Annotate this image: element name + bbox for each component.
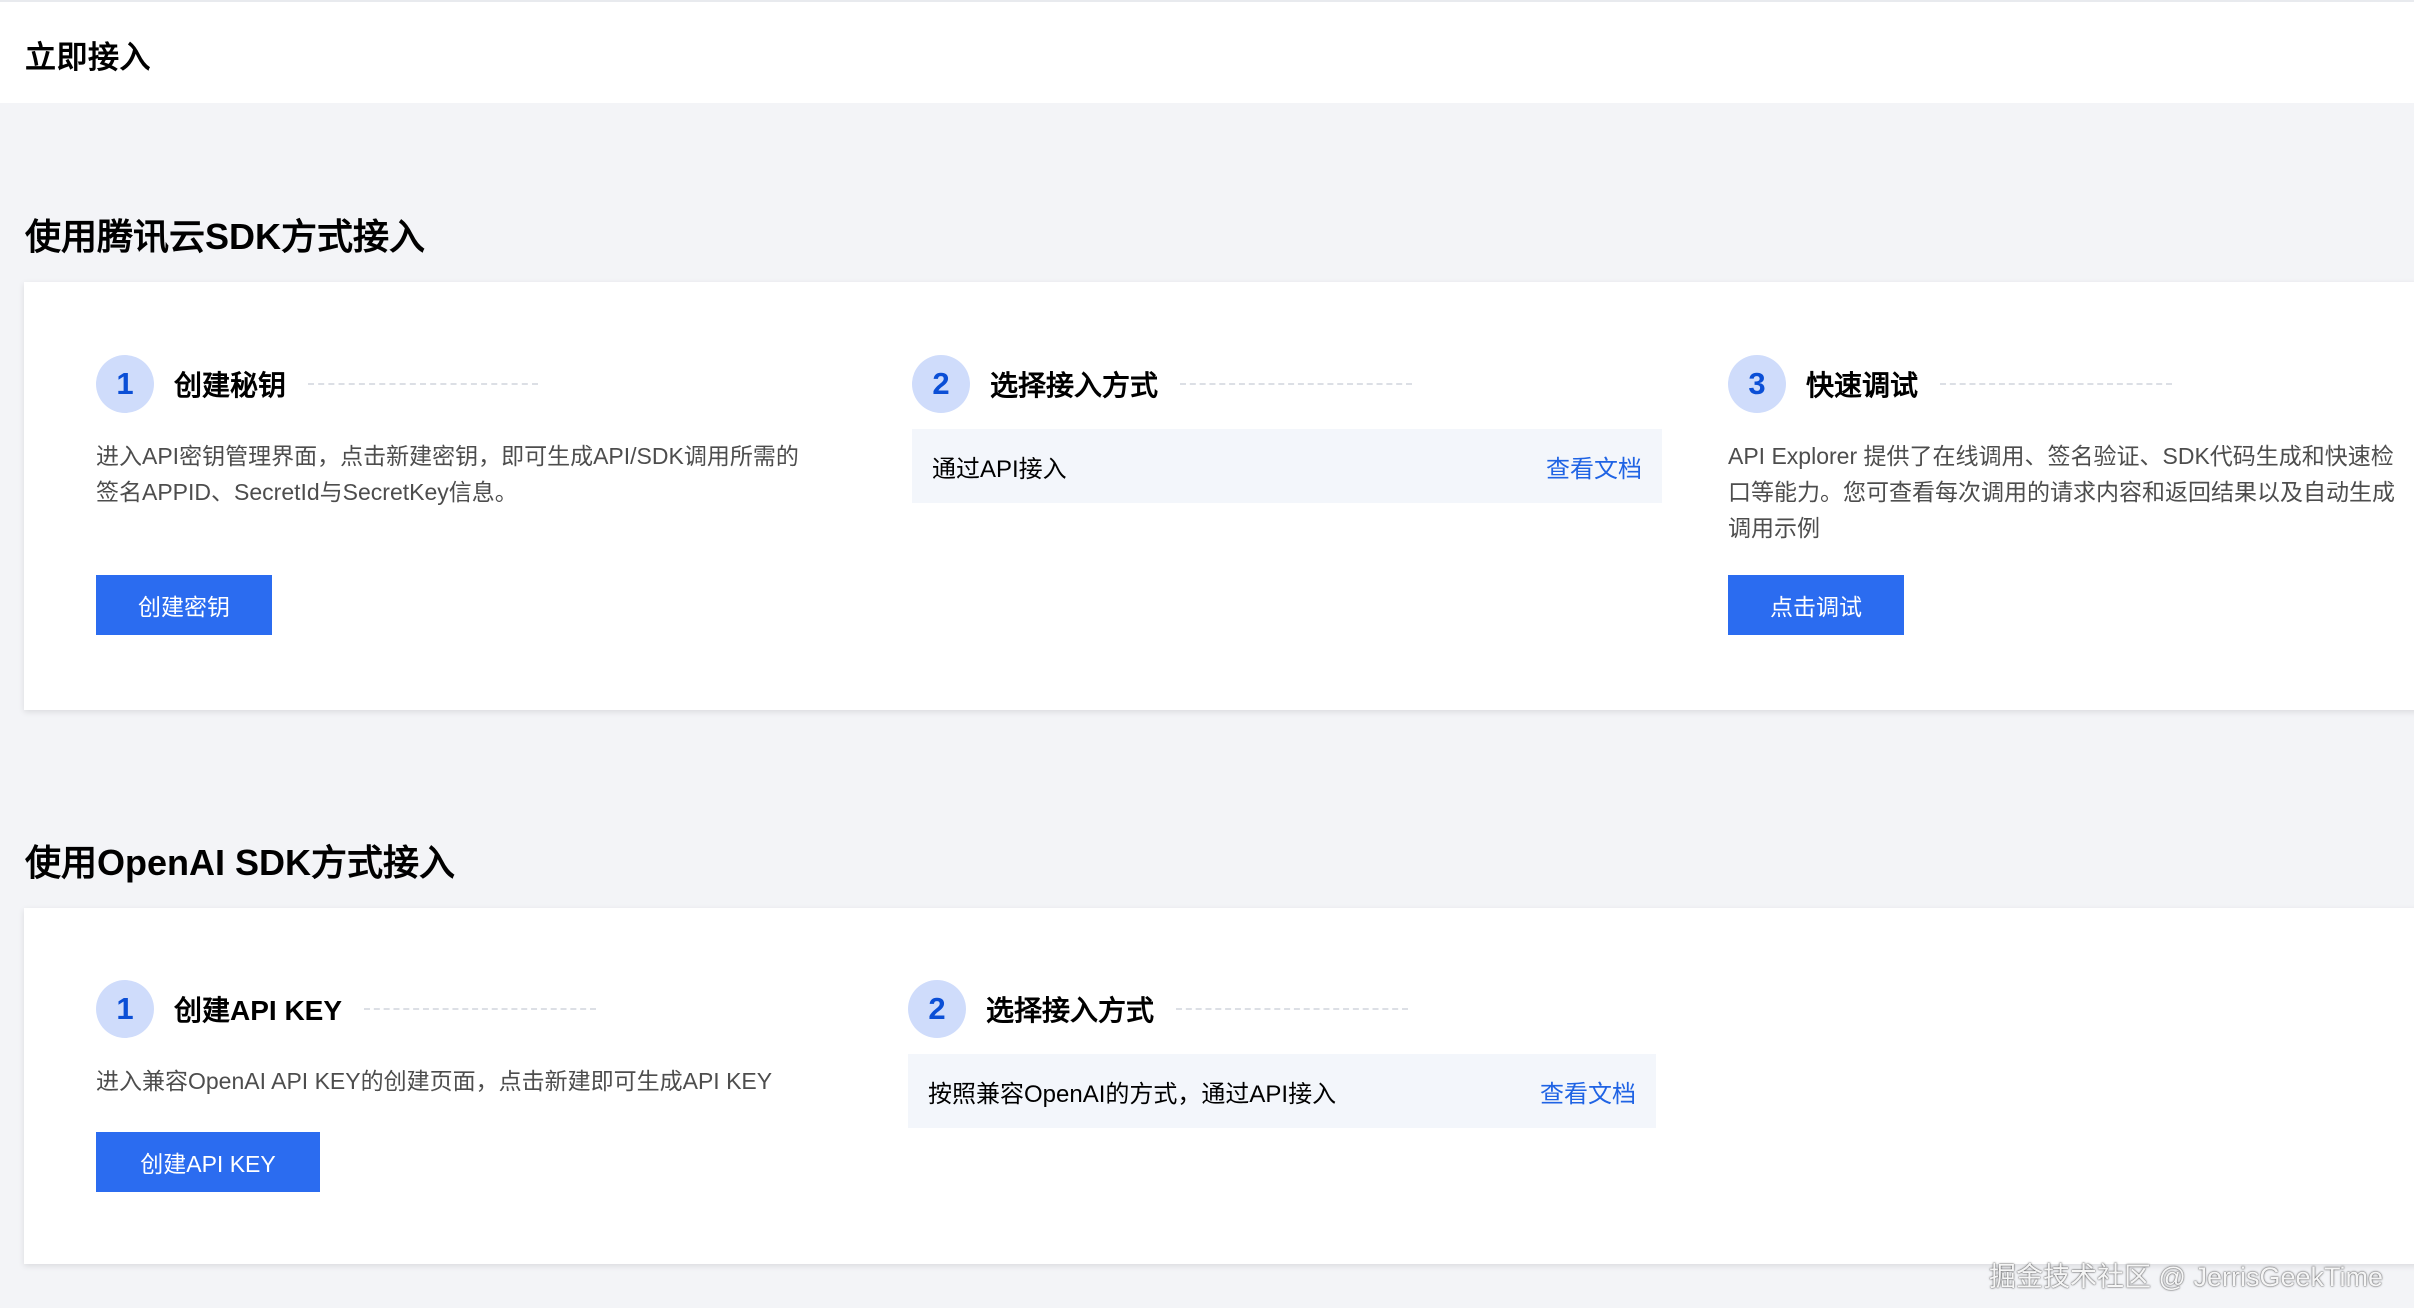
access-method-label: 按照兼容OpenAI的方式，通过API接入 <box>928 1080 1337 1108</box>
page-header: 立即接入 <box>0 0 2414 103</box>
step-title: 快速调试 <box>1806 370 1919 401</box>
step-number-badge: 1 <box>96 355 154 413</box>
description-line: API Explorer 提供了在线调用、签名验证、SDK代码生成和快速检 <box>1728 443 2394 469</box>
tencent-step-create-key: 1 创建秘钥 进入API密钥管理界面，点击新建密钥，即可生成API/SDK调用所… <box>96 355 856 655</box>
access-method-box: 通过API接入 查看文档 <box>912 429 1662 503</box>
openai-step-choose-access: 2 选择接入方式 按照兼容OpenAI的方式，通过API接入 查看文档 <box>908 980 1688 1240</box>
tencent-step-choose-access: 2 选择接入方式 通过API接入 查看文档 <box>912 355 1692 655</box>
step-number-badge: 2 <box>912 355 970 413</box>
create-key-button[interactable]: 创建密钥 <box>96 575 272 635</box>
step-description: API Explorer 提供了在线调用、签名验证、SDK代码生成和快速检 口等… <box>1728 438 2414 546</box>
view-docs-link[interactable]: 查看文档 <box>1540 1074 1636 1109</box>
step-title: 选择接入方式 <box>990 370 1159 401</box>
step-divider <box>308 383 539 385</box>
quick-debug-button[interactable]: 点击调试 <box>1728 575 1904 635</box>
step-title: 创建秘钥 <box>174 370 287 401</box>
description-line: 签名APPID、SecretId与SecretKey信息。 <box>96 479 518 505</box>
step-header: 2 选择接入方式 <box>912 355 1413 413</box>
description-line: 进入API密钥管理界面，点击新建密钥，即可生成API/SDK调用所需的 <box>96 443 799 469</box>
tencent-sdk-card: 1 创建秘钥 进入API密钥管理界面，点击新建密钥，即可生成API/SDK调用所… <box>24 282 2414 710</box>
watermark: 掘金技术社区 @ JerrisGeekTime <box>1989 1262 2383 1292</box>
step-divider <box>1180 383 1413 385</box>
tencent-step-quick-debug: 3 快速调试 API Explorer 提供了在线调用、签名验证、SDK代码生成… <box>1728 355 2414 655</box>
step-header: 1 创建API KEY <box>96 980 597 1038</box>
description-line: 口等能力。您可查看每次调用的请求内容和返回结果以及自动生成 <box>1728 479 2395 505</box>
step-description: 进入API密钥管理界面，点击新建密钥，即可生成API/SDK调用所需的 签名AP… <box>96 438 856 510</box>
step-divider <box>1176 1008 1409 1010</box>
access-method-box: 按照兼容OpenAI的方式，通过API接入 查看文档 <box>908 1054 1656 1128</box>
openai-sdk-section-title: 使用OpenAI SDK方式接入 <box>25 842 456 883</box>
openai-sdk-card: 1 创建API KEY 进入兼容OpenAI API KEY的创建页面，点击新建… <box>24 908 2414 1264</box>
step-header: 2 选择接入方式 <box>908 980 1409 1038</box>
step-title: 创建API KEY <box>174 995 343 1026</box>
openai-step-create-api-key: 1 创建API KEY 进入兼容OpenAI API KEY的创建页面，点击新建… <box>96 980 876 1240</box>
access-method-label: 通过API接入 <box>932 455 1067 483</box>
description-line: 调用示例 <box>1728 515 1820 541</box>
step-header: 1 创建秘钥 <box>96 355 539 413</box>
step-number-badge: 3 <box>1728 355 1786 413</box>
create-api-key-button[interactable]: 创建API KEY <box>96 1132 320 1192</box>
step-title: 选择接入方式 <box>986 995 1155 1026</box>
tencent-sdk-section-title: 使用腾讯云SDK方式接入 <box>25 216 426 257</box>
step-header: 3 快速调试 <box>1728 355 2173 413</box>
page-title: 立即接入 <box>25 40 151 75</box>
view-docs-link[interactable]: 查看文档 <box>1546 449 1642 484</box>
step-number-badge: 1 <box>96 980 154 1038</box>
step-divider <box>1940 383 2173 385</box>
step-description: 进入兼容OpenAI API KEY的创建页面，点击新建即可生成API KEY <box>96 1068 773 1094</box>
step-number-badge: 2 <box>908 980 966 1038</box>
step-divider <box>364 1008 597 1010</box>
